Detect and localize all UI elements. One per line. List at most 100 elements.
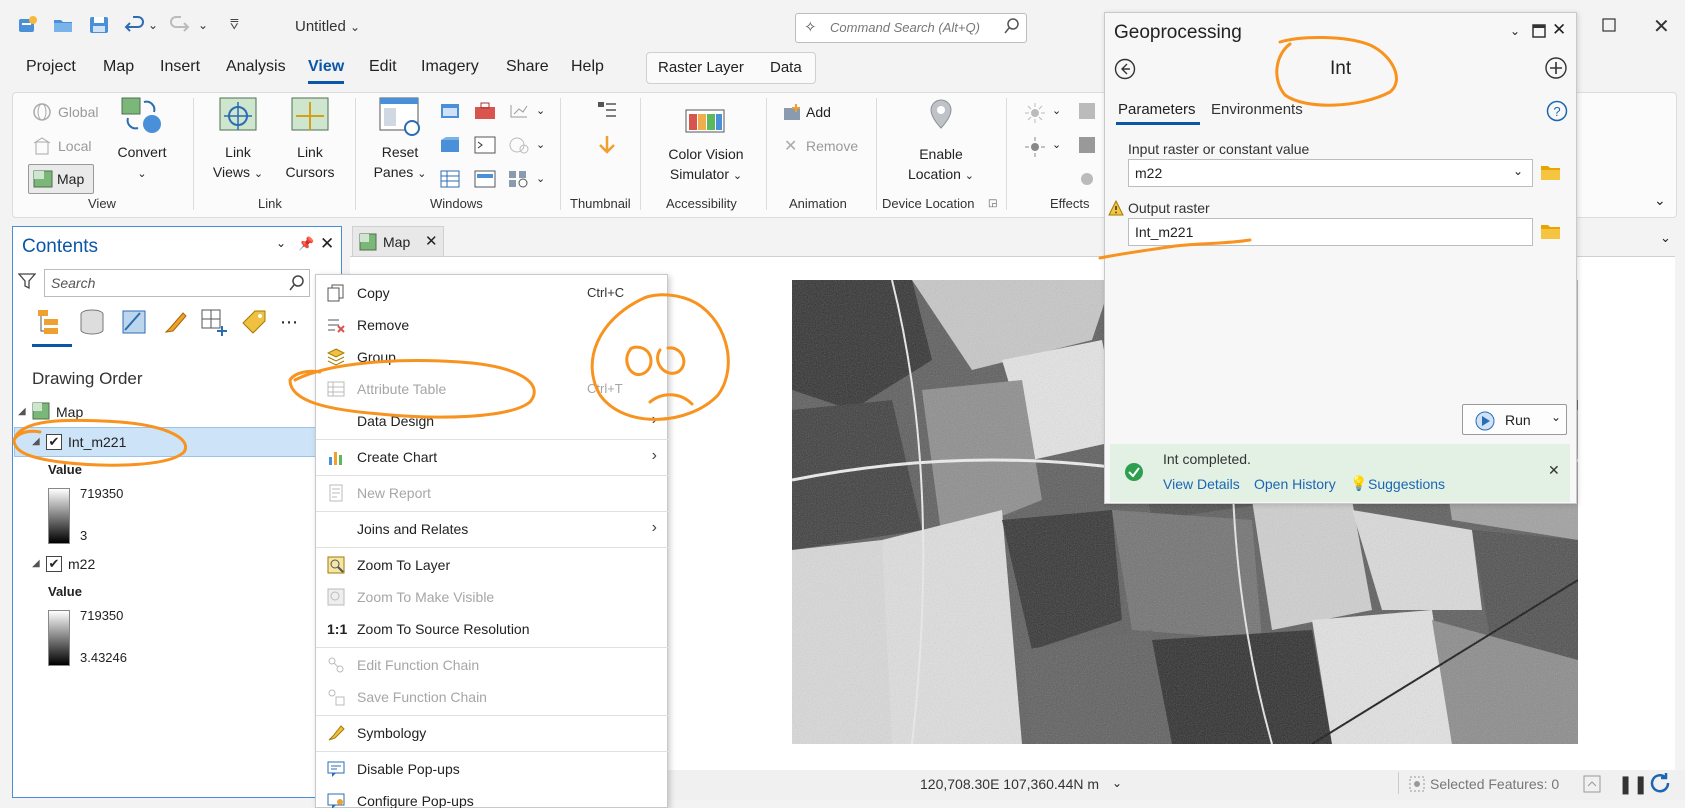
input-raster-field[interactable]: m22 ⌄ bbox=[1128, 159, 1533, 187]
pane-options-icon[interactable]: ⌄ bbox=[1510, 24, 1520, 38]
close-tab-icon[interactable]: ✕ bbox=[425, 232, 438, 250]
open-folder-icon[interactable] bbox=[52, 14, 74, 36]
coordinate-units-dropdown-icon[interactable]: ⌄ bbox=[1112, 776, 1122, 790]
menu-item-create-chart[interactable]: Create Chart › bbox=[316, 441, 669, 473]
menu-item-data-design[interactable]: Data Design › bbox=[316, 405, 669, 437]
collapse-triangle-icon[interactable]: ◢ bbox=[32, 436, 40, 447]
close-window-icon[interactable]: ✕ bbox=[1653, 14, 1670, 39]
output-raster-field[interactable]: Int_m221 bbox=[1128, 218, 1533, 246]
drawing-order-view-icon[interactable] bbox=[36, 308, 64, 339]
close-pane-icon[interactable]: ✕ bbox=[320, 234, 334, 254]
history-icon[interactable] bbox=[508, 102, 530, 123]
undo-dropdown-icon[interactable]: ⌄ bbox=[148, 18, 158, 32]
color-vision-simulator-button[interactable]: Color Vision Simulator ⌄ bbox=[656, 144, 756, 186]
map-tree-item[interactable]: Map bbox=[56, 404, 83, 420]
layer-visibility-checkbox[interactable]: ✔ bbox=[46, 556, 62, 572]
menu-raster-layer[interactable]: Raster Layer bbox=[658, 59, 744, 76]
back-icon[interactable] bbox=[1114, 58, 1136, 83]
dropdown-icon[interactable]: ⌄ bbox=[536, 104, 545, 117]
tab-list-dropdown-icon[interactable]: ⌄ bbox=[1660, 230, 1671, 246]
menu-item-symbology[interactable]: Symbology bbox=[316, 717, 669, 749]
menu-project[interactable]: Project bbox=[26, 58, 76, 76]
dialog-launcher-icon[interactable]: ◲ bbox=[988, 198, 997, 209]
enable-location-button[interactable]: Enable Location ⌄ bbox=[898, 144, 984, 186]
chevron-down-icon[interactable]: ⌄ bbox=[1513, 164, 1523, 178]
map-tab[interactable]: Map ✕ bbox=[352, 226, 444, 256]
new-project-icon[interactable] bbox=[16, 14, 38, 36]
menu-item-configure-popups[interactable]: Configure Pop-ups bbox=[316, 785, 669, 808]
undo-icon[interactable] bbox=[124, 14, 146, 36]
dropdown-icon[interactable]: ⌄ bbox=[1052, 104, 1061, 117]
table-pane-icon[interactable] bbox=[440, 170, 460, 191]
down-arrow-icon[interactable] bbox=[596, 134, 618, 159]
menu-view[interactable]: View bbox=[308, 58, 344, 76]
attributes-pane-icon[interactable] bbox=[440, 136, 460, 157]
snapping-view-icon[interactable] bbox=[200, 308, 230, 339]
collapse-ribbon-icon[interactable]: ⌄ bbox=[1654, 192, 1666, 209]
grid-tool-icon[interactable] bbox=[508, 170, 530, 191]
animation-remove-button[interactable]: Remove bbox=[806, 136, 858, 156]
refresh-map-icon[interactable] bbox=[1582, 774, 1602, 797]
layer-visibility-checkbox[interactable]: ✔ bbox=[46, 434, 62, 450]
reset-panes-button[interactable]: Reset Panes ⌄ bbox=[370, 142, 430, 184]
redo-dropdown-icon[interactable]: ⌄ bbox=[198, 18, 208, 32]
view-details-link[interactable]: View Details bbox=[1163, 476, 1240, 492]
document-title[interactable]: Untitled ⌄ bbox=[295, 18, 360, 35]
menu-insert[interactable]: Insert bbox=[160, 58, 200, 76]
chevron-down-icon[interactable]: ⌄ bbox=[1551, 410, 1561, 424]
dropdown-icon[interactable]: ⌄ bbox=[536, 172, 545, 185]
browse-folder-icon[interactable] bbox=[1540, 221, 1562, 244]
menu-help[interactable]: Help bbox=[571, 58, 604, 76]
layout-pane-icon[interactable] bbox=[474, 170, 496, 191]
menu-item-remove[interactable]: Remove bbox=[316, 309, 669, 341]
tab-parameters[interactable]: Parameters bbox=[1118, 101, 1196, 118]
contents-search-box[interactable]: Search bbox=[44, 269, 310, 297]
data-source-view-icon[interactable] bbox=[78, 308, 106, 339]
run-button[interactable]: Run ⌄ bbox=[1462, 404, 1567, 435]
pin-icon[interactable]: 📌 bbox=[298, 236, 314, 252]
menu-analysis[interactable]: Analysis bbox=[226, 58, 286, 76]
menu-share[interactable]: Share bbox=[506, 58, 549, 76]
menu-map[interactable]: Map bbox=[103, 58, 134, 76]
catalog-pane-icon[interactable] bbox=[440, 102, 460, 123]
menu-imagery[interactable]: Imagery bbox=[421, 58, 479, 76]
refresh-icon[interactable] bbox=[1648, 771, 1672, 798]
menu-data[interactable]: Data bbox=[770, 59, 802, 76]
global-button[interactable]: Global bbox=[58, 102, 98, 122]
menu-item-joins-and-relates[interactable]: Joins and Relates › bbox=[316, 513, 669, 545]
menu-item-zoom-to-layer[interactable]: Zoom To Layer bbox=[316, 549, 669, 581]
link-cursors-button[interactable]: Link Cursors bbox=[280, 142, 340, 182]
animation-add-button[interactable]: Add bbox=[806, 102, 831, 122]
dropdown-icon[interactable]: ⌄ bbox=[1052, 138, 1061, 151]
editing-view-icon[interactable] bbox=[162, 308, 190, 339]
menu-item-zoom-to-source-resolution[interactable]: 1:1 Zoom To Source Resolution bbox=[316, 613, 669, 645]
browse-folder-icon[interactable] bbox=[1540, 162, 1562, 185]
close-pane-icon[interactable]: ✕ bbox=[1552, 20, 1566, 40]
command-search[interactable]: ✧ Command Search (Alt+Q) bbox=[795, 13, 1027, 43]
menu-item-group[interactable]: Group bbox=[316, 341, 669, 373]
layer-row-int-m221[interactable] bbox=[14, 427, 342, 457]
customize-qat-icon[interactable]: ⩢ bbox=[230, 16, 239, 33]
maximize-window-icon[interactable] bbox=[1600, 16, 1618, 37]
pane-options-icon[interactable]: ⌄ bbox=[276, 236, 286, 250]
open-history-link[interactable]: Open History bbox=[1254, 476, 1336, 492]
collapse-triangle-icon[interactable]: ◢ bbox=[18, 406, 26, 417]
tab-environments[interactable]: Environments bbox=[1211, 101, 1303, 118]
map-view-button[interactable]: Map bbox=[28, 164, 94, 194]
pause-drawing-icon[interactable]: ❚❚ bbox=[1618, 774, 1648, 795]
more-views-icon[interactable]: ⋯ bbox=[280, 312, 298, 333]
menu-item-disable-popups[interactable]: Disable Pop-ups bbox=[316, 753, 669, 785]
menu-item-copy[interactable]: Copy Ctrl+C bbox=[316, 277, 669, 309]
selection-view-icon[interactable] bbox=[120, 308, 148, 339]
save-icon[interactable] bbox=[88, 14, 110, 36]
collapse-triangle-icon[interactable]: ◢ bbox=[32, 558, 40, 569]
suggestions-link[interactable]: Suggestions bbox=[1368, 476, 1445, 492]
filter-icon[interactable] bbox=[17, 272, 37, 293]
layer-name-m22[interactable]: m22 bbox=[68, 556, 95, 572]
dropdown-icon[interactable]: ⌄ bbox=[536, 138, 545, 151]
maximize-pane-icon[interactable] bbox=[1532, 24, 1546, 41]
toolbox-icon[interactable] bbox=[474, 102, 496, 123]
labeling-view-icon[interactable] bbox=[240, 308, 268, 339]
python-window-icon[interactable] bbox=[474, 136, 496, 157]
dismiss-message-icon[interactable]: ✕ bbox=[1548, 462, 1560, 479]
